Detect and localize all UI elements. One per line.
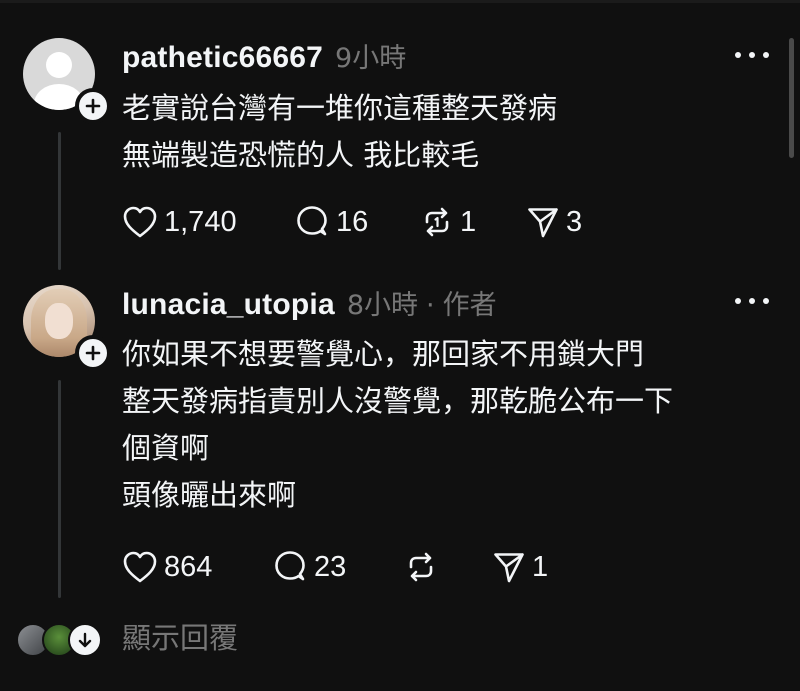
avatar-container[interactable] — [23, 38, 111, 124]
threads-screen: pathetic66667 9小時 老實說台灣有一堆你這種整天發病 無端製造恐慌… — [0, 0, 800, 691]
speech-bubble-icon — [275, 551, 305, 581]
post-header: pathetic66667 9小時 — [122, 36, 406, 75]
comment-button[interactable]: 16 — [294, 204, 368, 240]
more-options-button[interactable] — [735, 45, 769, 65]
thread-line — [58, 380, 61, 598]
paper-plane-icon — [494, 553, 524, 583]
post-line: 頭像曬出來啊 — [122, 478, 297, 512]
top-divider — [0, 0, 800, 3]
comment-button[interactable]: 23 — [272, 549, 346, 585]
share-count: 3 — [566, 205, 583, 238]
arrow-down-icon — [78, 632, 92, 648]
plus-icon — [85, 98, 101, 114]
comment-count: 16 — [336, 205, 369, 238]
post-line: 老實說台灣有一堆你這種整天發病 — [122, 91, 558, 125]
repost-button[interactable]: 1 — [420, 204, 476, 240]
share-button[interactable]: 3 — [526, 204, 582, 240]
post-body: 老實說台灣有一堆你這種整天發病 無端製造恐慌的人 我比較毛 — [122, 85, 782, 179]
like-count: 1,740 — [164, 205, 237, 238]
repost-arrows-icon — [425, 207, 449, 237]
speech-bubble-icon — [297, 206, 327, 236]
heart-icon — [123, 206, 157, 238]
show-replies-row[interactable]: 顯示回覆 — [16, 620, 316, 657]
comment-count: 23 — [314, 550, 347, 583]
follow-button[interactable] — [75, 335, 111, 371]
author-tag: 作者 — [442, 290, 497, 321]
expand-replies-button[interactable] — [68, 623, 102, 657]
more-dots-icon — [735, 52, 741, 58]
scrollbar[interactable] — [789, 38, 794, 158]
repost-count: 1 — [460, 205, 477, 238]
like-button[interactable]: 1,740 — [122, 204, 237, 240]
post-line: 無端製造恐慌的人 我比較毛 — [122, 138, 480, 172]
avatar-container[interactable] — [23, 285, 111, 371]
paper-plane-icon — [528, 208, 558, 238]
username[interactable]: pathetic66667 — [122, 41, 323, 75]
heart-icon — [123, 551, 157, 583]
follow-button[interactable] — [75, 88, 111, 124]
separator-dot: · — [426, 290, 435, 321]
thread-line — [58, 132, 61, 270]
share-count: 1 — [532, 550, 549, 583]
like-count: 864 — [164, 550, 213, 583]
post-line: 個資啊 — [122, 431, 210, 465]
timestamp: 8小時 — [346, 290, 419, 321]
post-body: 你如果不想要警覺心，那回家不用鎖大門 整天發病指責別人沒警覺，那乾脆公布一下 個… — [122, 331, 782, 519]
repost-button[interactable] — [404, 549, 444, 585]
post-line: 整天發病指責別人沒警覺，那乾脆公布一下 — [122, 384, 674, 418]
repost-arrows-icon — [409, 552, 433, 582]
username[interactable]: lunacia_utopia — [122, 288, 335, 322]
more-options-button[interactable] — [735, 291, 769, 311]
post-header: lunacia_utopia 8小時 · 作者 — [122, 283, 497, 322]
show-replies-link[interactable]: 顯示回覆 — [122, 620, 238, 656]
timestamp: 9小時 — [335, 43, 407, 74]
post-line: 你如果不想要警覺心，那回家不用鎖大門 — [122, 337, 645, 371]
plus-icon — [85, 345, 101, 361]
share-button[interactable]: 1 — [492, 549, 548, 585]
more-dots-icon — [735, 298, 741, 304]
like-button[interactable]: 864 — [122, 549, 212, 585]
